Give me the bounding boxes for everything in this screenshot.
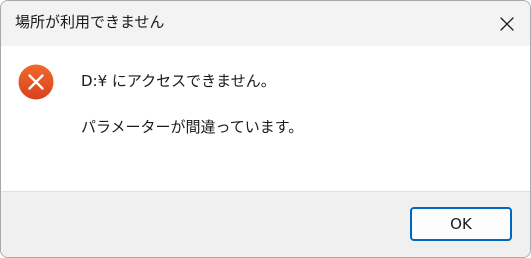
error-dialog: 場所が利用できません D:¥ にアクセスできません。 パラメーターが間違っていま…: [0, 0, 531, 258]
dialog-title: 場所が利用できません: [15, 13, 165, 31]
dialog-footer: OK: [1, 191, 530, 257]
error-message: D:¥ にアクセスできません。 パラメーターが間違っています。: [81, 70, 303, 138]
close-icon: [500, 16, 514, 31]
dialog-content: D:¥ にアクセスできません。 パラメーターが間違っています。: [1, 46, 530, 191]
error-message-line1: D:¥ にアクセスできません。: [81, 72, 276, 90]
error-message-line2: パラメーターが間違っています。: [81, 118, 304, 136]
ok-button[interactable]: OK: [410, 207, 512, 241]
close-button[interactable]: [484, 1, 530, 46]
error-icon: [18, 64, 54, 100]
title-bar[interactable]: 場所が利用できません: [1, 1, 530, 46]
